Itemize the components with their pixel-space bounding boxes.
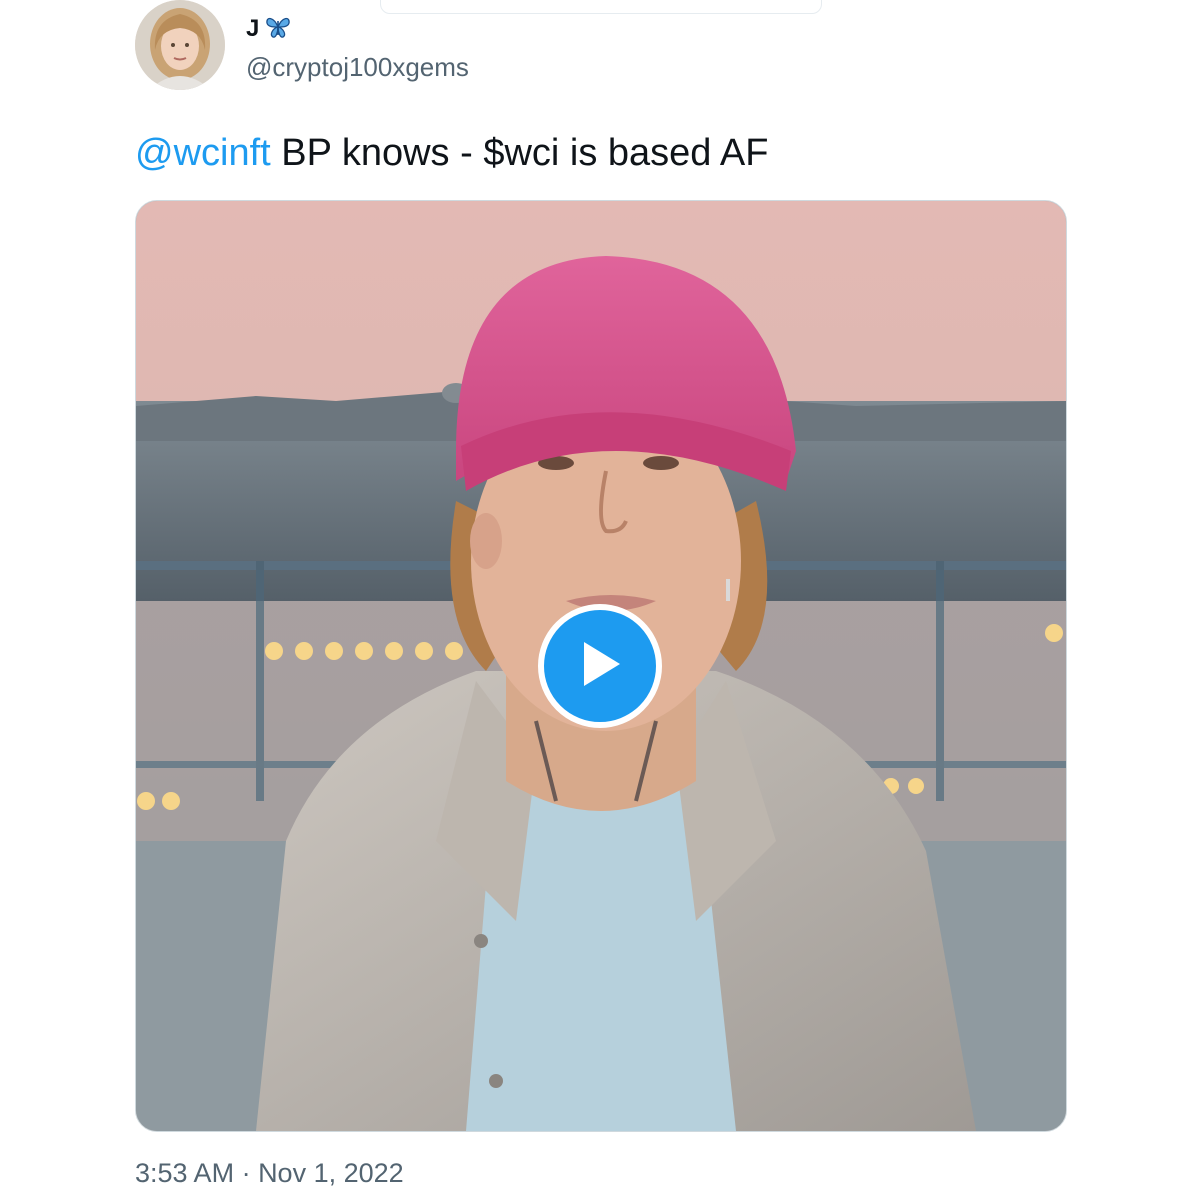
tweet-timestamp[interactable]: 3:53 AM · Nov 1, 2022 [135, 1158, 404, 1189]
timestamp-date[interactable]: Nov 1, 2022 [258, 1158, 404, 1188]
tweet-text: @wcinft BP knows - $wci is based AF [135, 132, 768, 175]
tweet-body-text: BP knows - $wci is based AF [270, 132, 769, 174]
play-button[interactable] [538, 604, 662, 728]
mention-link[interactable]: @wcinft [135, 132, 271, 174]
author-handle[interactable]: @cryptoj100xgems [246, 52, 469, 83]
top-bar-fragment [380, 0, 822, 14]
butterfly-emoji-icon [265, 15, 291, 44]
author-avatar[interactable] [135, 0, 225, 90]
timestamp-time[interactable]: 3:53 AM [135, 1158, 234, 1188]
tweet-page: J @cryptoj100xgems @wcinft BP knows - $w… [0, 0, 1200, 1200]
author-display-name[interactable]: J [246, 15, 259, 43]
author-name-row[interactable]: J [246, 14, 291, 44]
play-icon [576, 638, 624, 695]
timestamp-separator: · [234, 1158, 259, 1188]
